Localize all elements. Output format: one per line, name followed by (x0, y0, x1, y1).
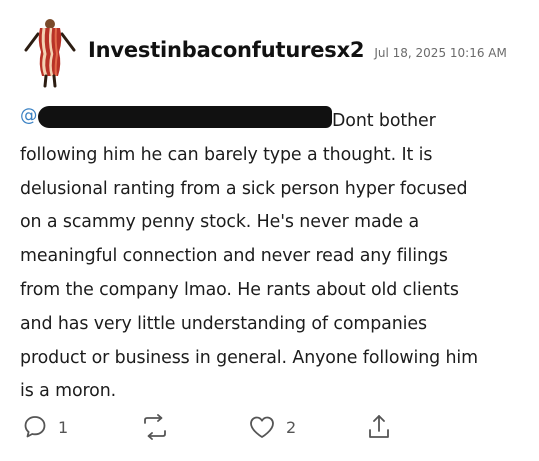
post-line-1: @ Dont bother (20, 104, 520, 139)
post-line-7: and has very little understanding of com… (20, 313, 427, 334)
post-body: @ Dont bother following him he can barel… (20, 104, 520, 409)
post-line-5: meaningful connection and never read any… (20, 246, 448, 267)
repost-button[interactable] (140, 412, 170, 442)
post-header: Investinbaconfuturesx2 Jul 18, 2025 10:1… (88, 38, 507, 62)
post-line-8: product or business in general. Anyone f… (20, 347, 478, 368)
comment-icon (24, 416, 46, 438)
like-count: 2 (286, 417, 297, 437)
bacon-costume-avatar-icon (24, 19, 76, 88)
post-line-2: following him he can barely type a thoug… (20, 144, 433, 165)
post-line-3: delusional ranting from a sick person hy… (20, 178, 468, 199)
mention-link[interactable]: @ (20, 104, 332, 130)
like-button[interactable]: 2 (248, 412, 296, 442)
post-timestamp[interactable]: Jul 18, 2025 10:16 AM (374, 46, 507, 60)
post-text-segment: Dont bother (332, 111, 436, 131)
username[interactable]: Investinbaconfuturesx2 (88, 38, 365, 62)
post-line-9: is a moron. (20, 381, 117, 402)
share-button[interactable] (366, 412, 392, 442)
redaction-bar (38, 106, 332, 128)
avatar[interactable] (20, 16, 80, 88)
share-icon (369, 415, 389, 438)
repost-icon (144, 414, 166, 440)
post-card: Investinbaconfuturesx2 Jul 18, 2025 10:1… (0, 0, 539, 461)
reply-count: 1 (58, 417, 69, 437)
post-line-4: on a scammy penny stock. He's never made… (20, 212, 420, 233)
reply-button[interactable]: 1 (22, 412, 68, 442)
mention-at-sign: @ (20, 106, 38, 126)
post-line-6: from the company lmao. He rants about ol… (20, 279, 459, 300)
heart-icon (250, 416, 274, 438)
